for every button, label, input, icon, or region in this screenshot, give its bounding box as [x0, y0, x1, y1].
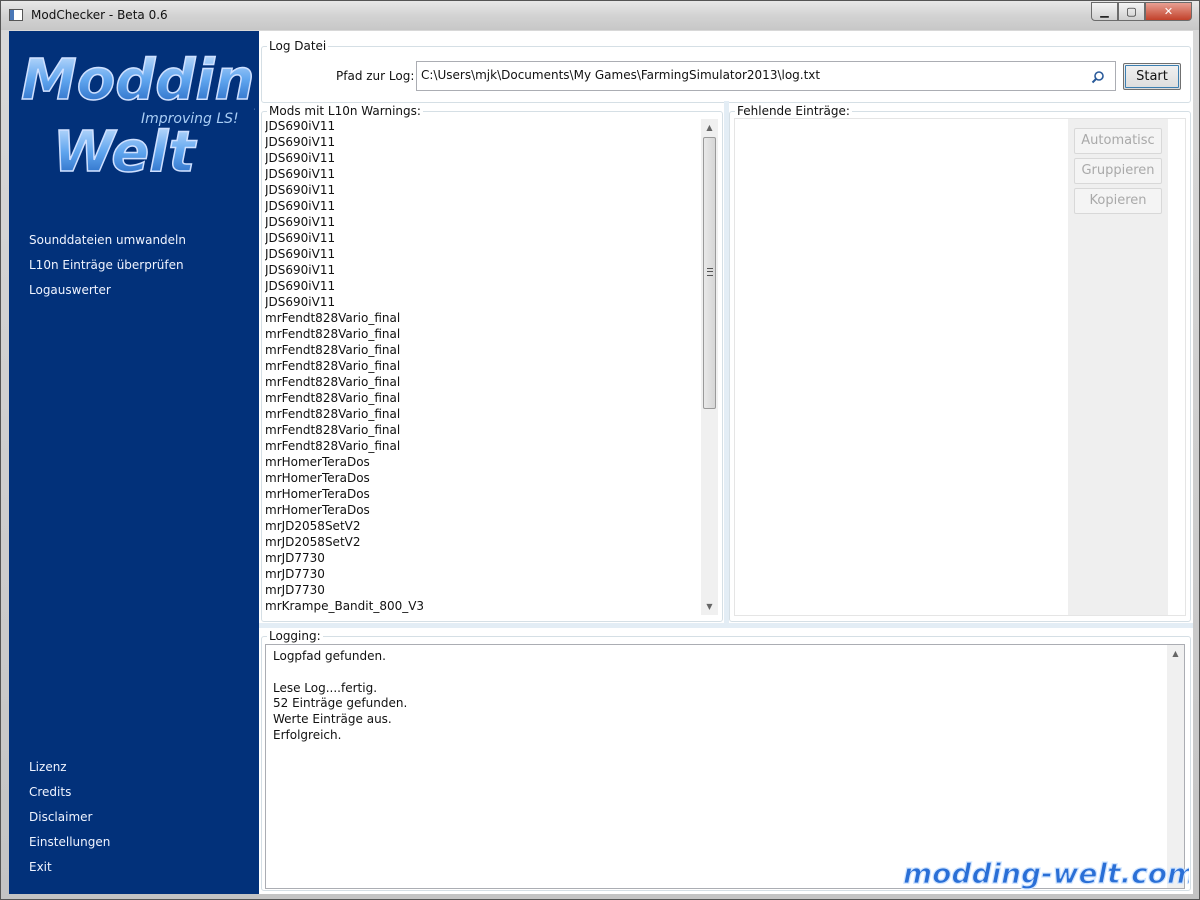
list-item[interactable]: mrJD7730	[265, 582, 705, 598]
main-content: Log Datei Pfad zur Log: C:\Users\mjk\Doc…	[259, 31, 1193, 894]
app-window: ModChecker - Beta 0.6 ▁ ▢ ✕ Modding Welt…	[0, 0, 1200, 900]
list-item[interactable]: JDS690iV11	[265, 230, 705, 246]
list-item[interactable]: JDS690iV11	[265, 182, 705, 198]
logo-line1: Modding	[21, 48, 255, 113]
app-icon	[9, 9, 23, 21]
nav-sounddateien-umwandeln[interactable]: Sounddateien umwandeln	[29, 231, 186, 256]
minimize-button[interactable]: ▁	[1091, 2, 1118, 21]
mods-list[interactable]: JDS690iV11 JDS690iV11 JDS690iV11 JDS690i…	[265, 118, 705, 614]
close-button[interactable]: ✕	[1145, 2, 1192, 21]
scroll-up-arrow-icon[interactable]: ▲	[701, 119, 718, 136]
list-item[interactable]: mrFendt828Vario_final	[265, 310, 705, 326]
copy-button[interactable]: Kopieren	[1074, 188, 1162, 214]
sidebar: Modding Welt Improving LS! Sounddateien …	[9, 31, 259, 894]
path-label: Pfad zur Log:	[336, 69, 415, 83]
nav-l10n-eintraege-ueberpruefen[interactable]: L10n Einträge überprüfen	[29, 256, 186, 281]
list-item[interactable]: mrHomerTeraDos	[265, 470, 705, 486]
list-item[interactable]: JDS690iV11	[265, 246, 705, 262]
start-button[interactable]: Start	[1123, 63, 1181, 90]
mods-group-title: Mods mit L10n Warnings:	[269, 104, 421, 118]
log-path-value: C:\Users\mjk\Documents\My Games\FarmingS…	[421, 68, 821, 82]
modding-welt-logo: Modding Welt Improving LS!	[20, 47, 255, 186]
list-item[interactable]: mrJD7730	[265, 550, 705, 566]
logging-scrollbar[interactable]: ▲	[1167, 645, 1184, 888]
logo-tagline: Improving LS!	[141, 111, 239, 127]
group-button[interactable]: Gruppieren	[1074, 158, 1162, 184]
scrollbar-thumb[interactable]	[703, 137, 716, 409]
list-item[interactable]: mrHomerTeraDos	[265, 454, 705, 470]
list-item[interactable]: mrHomerTeraDos	[265, 502, 705, 518]
mods-scrollbar[interactable]: ▲ ▼	[701, 119, 718, 615]
search-icon[interactable]	[1091, 70, 1105, 84]
nav-einstellungen[interactable]: Einstellungen	[29, 833, 110, 858]
list-item[interactable]: mrFendt828Vario_final	[265, 374, 705, 390]
list-item[interactable]: mrKrampe_Bandit_800_V3	[265, 598, 705, 614]
list-item[interactable]: mrJD7730	[265, 566, 705, 582]
nav-exit[interactable]: Exit	[29, 858, 110, 883]
list-item[interactable]: JDS690iV11	[265, 118, 705, 134]
list-item[interactable]: JDS690iV11	[265, 214, 705, 230]
window-title: ModChecker - Beta 0.6	[31, 8, 168, 22]
scroll-down-arrow-icon[interactable]: ▼	[701, 598, 718, 615]
logging-group-title: Logging:	[269, 629, 321, 643]
list-item[interactable]: mrFendt828Vario_final	[265, 438, 705, 454]
scroll-up-arrow-icon[interactable]: ▲	[1167, 645, 1184, 662]
list-item[interactable]: mrFendt828Vario_final	[265, 422, 705, 438]
list-item[interactable]: mrJD2058SetV2	[265, 534, 705, 550]
list-item[interactable]: mrHomerTeraDos	[265, 486, 705, 502]
nav-lizenz[interactable]: Lizenz	[29, 758, 110, 783]
watermark-text: modding-welt.com	[903, 857, 1189, 890]
logo-line2: Welt	[53, 120, 197, 185]
logging-text: Logpfad gefunden. Lese Log....fertig. 52…	[273, 649, 408, 742]
list-item[interactable]: JDS690iV11	[265, 278, 705, 294]
list-item[interactable]: JDS690iV11	[265, 134, 705, 150]
log-path-input[interactable]: C:\Users\mjk\Documents\My Games\FarmingS…	[416, 61, 1116, 91]
list-item[interactable]: JDS690iV11	[265, 294, 705, 310]
maximize-button[interactable]: ▢	[1118, 2, 1145, 21]
list-item[interactable]: JDS690iV11	[265, 198, 705, 214]
list-item[interactable]: mrFendt828Vario_final	[265, 406, 705, 422]
watermark-logo: modding-welt.com	[902, 856, 1189, 890]
nav-top: Sounddateien umwandeln L10n Einträge übe…	[29, 231, 186, 306]
list-item[interactable]: mrFendt828Vario_final	[265, 342, 705, 358]
list-item[interactable]: mrFendt828Vario_final	[265, 326, 705, 342]
list-item[interactable]: mrFendt828Vario_final	[265, 358, 705, 374]
nav-disclaimer[interactable]: Disclaimer	[29, 808, 110, 833]
nav-credits[interactable]: Credits	[29, 783, 110, 808]
grip-icon	[707, 268, 713, 276]
list-item[interactable]: mrFendt828Vario_final	[265, 390, 705, 406]
nav-logauswerter[interactable]: Logauswerter	[29, 281, 186, 306]
list-item[interactable]: JDS690iV11	[265, 150, 705, 166]
title-bar[interactable]: ModChecker - Beta 0.6 ▁ ▢ ✕	[1, 1, 1199, 30]
list-item[interactable]: JDS690iV11	[265, 262, 705, 278]
horizontal-splitter[interactable]	[259, 623, 1193, 628]
log-file-group-title: Log Datei	[269, 39, 327, 53]
missing-group-title: Fehlende Einträge:	[737, 104, 850, 118]
automatic-button[interactable]: Automatisc	[1074, 128, 1162, 154]
list-item[interactable]: JDS690iV11	[265, 166, 705, 182]
nav-bottom: Lizenz Credits Disclaimer Einstellungen …	[29, 758, 110, 883]
list-item[interactable]: mrJD2058SetV2	[265, 518, 705, 534]
